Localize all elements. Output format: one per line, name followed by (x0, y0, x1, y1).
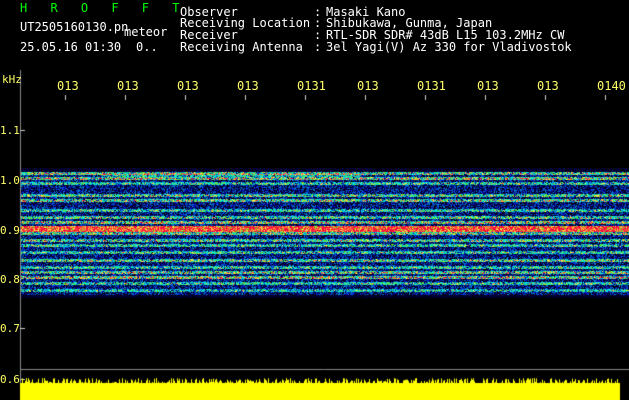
x-tick-label: 0140 (597, 79, 626, 93)
x-tick-label: 0131 (297, 79, 326, 93)
x-tick-label: 0131 (417, 79, 446, 93)
date-time: 25.05.16 01:30 (20, 40, 122, 54)
y-tick-label: 1.0 (0, 174, 20, 187)
x-tick-label: 013 (237, 79, 259, 93)
y-tick-label: 0.6 (0, 373, 20, 386)
x-tick-label: 013 (357, 79, 379, 93)
antenna-label: Receiving Antenna (180, 40, 303, 54)
separator: : (314, 40, 322, 54)
x-tick-label: 013 (57, 79, 79, 93)
y-tick-label: 1.1 (0, 124, 20, 137)
y-tick-label: 0.9 (0, 224, 20, 237)
x-tick-label: 013 (477, 79, 499, 93)
file-name: UT2505160130.pn (20, 20, 129, 34)
file-tag: meteor (124, 25, 168, 39)
app-title: H R O F F T (20, 1, 188, 15)
x-tick-label: 013 (117, 79, 139, 93)
status-value: 0.. (136, 40, 158, 54)
y-tick-label: 0.7 (0, 322, 20, 335)
x-tick-label: 013 (537, 79, 559, 93)
spectrogram-canvas (0, 0, 629, 400)
x-tick-label: 013 (177, 79, 199, 93)
antenna-value: 3el Yagi(V) Az 330 for Vladivostok (326, 40, 572, 54)
y-tick-label: 0.8 (0, 273, 20, 286)
unit-label: kHz (2, 73, 22, 86)
